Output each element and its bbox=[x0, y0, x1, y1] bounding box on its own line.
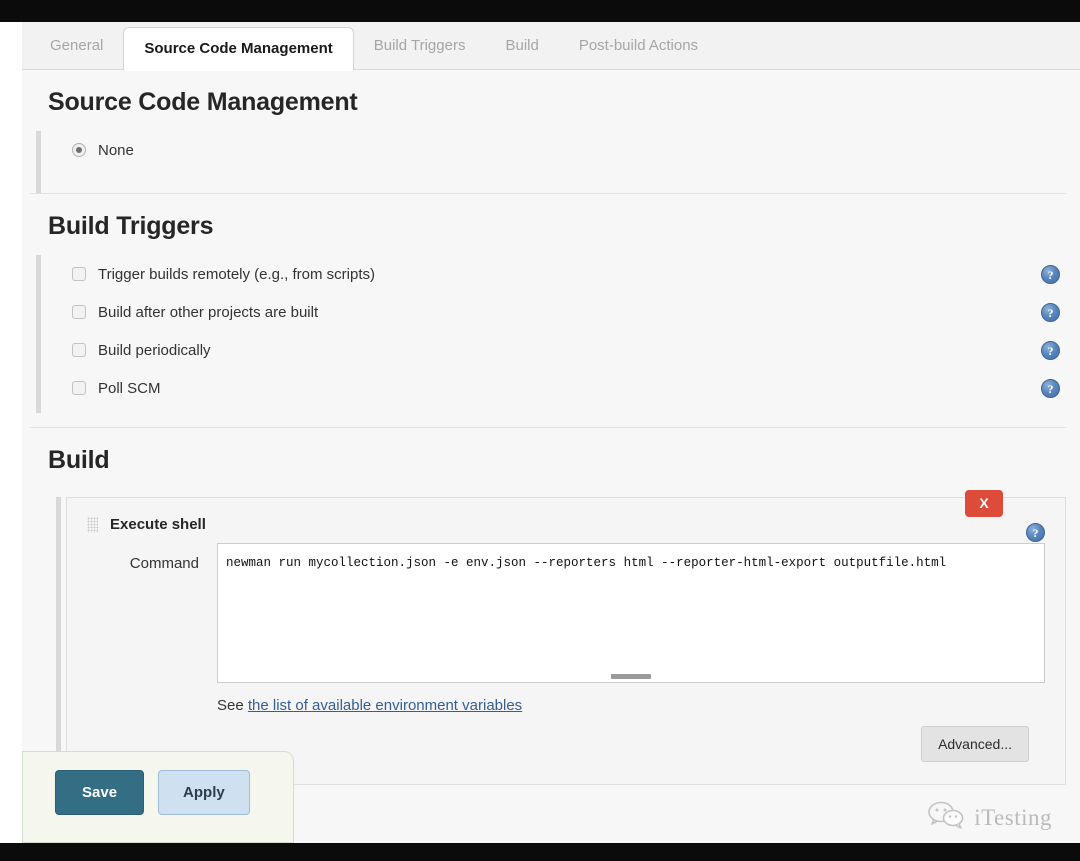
tab-build[interactable]: Build bbox=[485, 22, 558, 70]
page: General Source Code Management Build Trigg… bbox=[0, 22, 1080, 843]
command-value[interactable]: newman run mycollection.json -e env.json… bbox=[218, 544, 1044, 583]
textarea-resize-handle[interactable] bbox=[611, 674, 651, 679]
form-body: Source Code Management None Build Trigge… bbox=[22, 70, 1080, 785]
section-left-bar bbox=[56, 497, 61, 785]
apply-button[interactable]: Apply bbox=[158, 770, 250, 815]
tab-build-triggers[interactable]: Build Triggers bbox=[354, 22, 486, 70]
tab-general[interactable]: General bbox=[30, 22, 123, 70]
environment-variables-hint: See the list of available environment va… bbox=[67, 683, 1065, 714]
save-bar-buttons: Save Apply bbox=[23, 752, 293, 815]
build-triggers-options: Trigger builds remotely (e.g., from scri… bbox=[36, 255, 1080, 413]
help-icon[interactable]: ? bbox=[1041, 378, 1060, 398]
section-left-bar bbox=[36, 131, 41, 193]
checkbox-build-after-other-projects[interactable] bbox=[72, 305, 86, 319]
checkbox-poll-scm[interactable] bbox=[72, 381, 86, 395]
trigger-label-periodically: Build periodically bbox=[98, 341, 211, 359]
page-title: Source Code Management bbox=[48, 88, 358, 116]
build-step-header: Execute shell bbox=[67, 498, 1065, 543]
tab-source-code-management[interactable]: Source Code Management bbox=[123, 27, 354, 71]
wechat-icon bbox=[927, 800, 967, 835]
screen: General Source Code Management Build Trigg… bbox=[0, 0, 1080, 861]
delete-build-step-button[interactable]: X bbox=[965, 490, 1003, 517]
trigger-label-poll-scm: Poll SCM bbox=[98, 379, 161, 397]
trigger-row-remote[interactable]: Trigger builds remotely (e.g., from scri… bbox=[72, 255, 1080, 293]
build-step-execute-shell: Execute shell X ? Command newman run myc… bbox=[66, 490, 1066, 785]
tab-post-build-actions[interactable]: Post-build Actions bbox=[559, 22, 718, 70]
trigger-row-periodically[interactable]: Build periodically ? bbox=[72, 331, 1080, 369]
save-button[interactable]: Save bbox=[55, 770, 145, 815]
see-prefix: See bbox=[217, 697, 248, 714]
command-input[interactable]: newman run mycollection.json -e env.json… bbox=[217, 543, 1045, 683]
help-icon[interactable]: ? bbox=[1041, 340, 1060, 360]
checkbox-build-periodically[interactable] bbox=[72, 343, 86, 357]
trigger-row-poll-scm[interactable]: Poll SCM ? bbox=[72, 369, 1080, 407]
save-bar: Save Apply bbox=[22, 751, 294, 843]
section-title-build: Build bbox=[48, 446, 110, 474]
letterbox-top bbox=[0, 0, 1080, 22]
environment-variables-link[interactable]: the list of available environment variab… bbox=[248, 697, 522, 714]
trigger-row-after-projects[interactable]: Build after other projects are built ? bbox=[72, 293, 1080, 331]
drag-grip-icon[interactable] bbox=[87, 516, 98, 533]
content-area: General Source Code Management Build Trigg… bbox=[22, 22, 1080, 843]
command-row: Command newman run mycollection.json -e … bbox=[67, 543, 1065, 683]
letterbox-bottom bbox=[0, 843, 1080, 861]
watermark-text: iTesting bbox=[974, 804, 1052, 830]
section-left-bar bbox=[36, 255, 41, 413]
build-step-title: Execute shell bbox=[110, 516, 206, 533]
scm-options: None bbox=[36, 131, 1080, 193]
advanced-button[interactable]: Advanced... bbox=[921, 726, 1029, 762]
tab-bar: General Source Code Management Build Trigg… bbox=[22, 22, 1080, 71]
radio-none[interactable] bbox=[72, 143, 86, 157]
section-title-build-triggers: Build Triggers bbox=[48, 212, 214, 240]
watermark: iTesting bbox=[927, 800, 1052, 835]
trigger-label-after-projects: Build after other projects are built bbox=[98, 303, 319, 321]
build-steps: Execute shell X ? Command newman run myc… bbox=[56, 490, 1066, 785]
scm-option-none-label: None bbox=[98, 141, 134, 159]
help-icon[interactable]: ? bbox=[1026, 523, 1045, 542]
command-label: Command bbox=[129, 555, 199, 572]
help-icon[interactable]: ? bbox=[1041, 302, 1060, 322]
trigger-label-remote: Trigger builds remotely (e.g., from scri… bbox=[98, 265, 376, 283]
scm-option-none[interactable]: None bbox=[72, 131, 1080, 169]
checkbox-trigger-builds-remotely[interactable] bbox=[72, 267, 86, 281]
help-icon[interactable]: ? bbox=[1041, 264, 1060, 284]
